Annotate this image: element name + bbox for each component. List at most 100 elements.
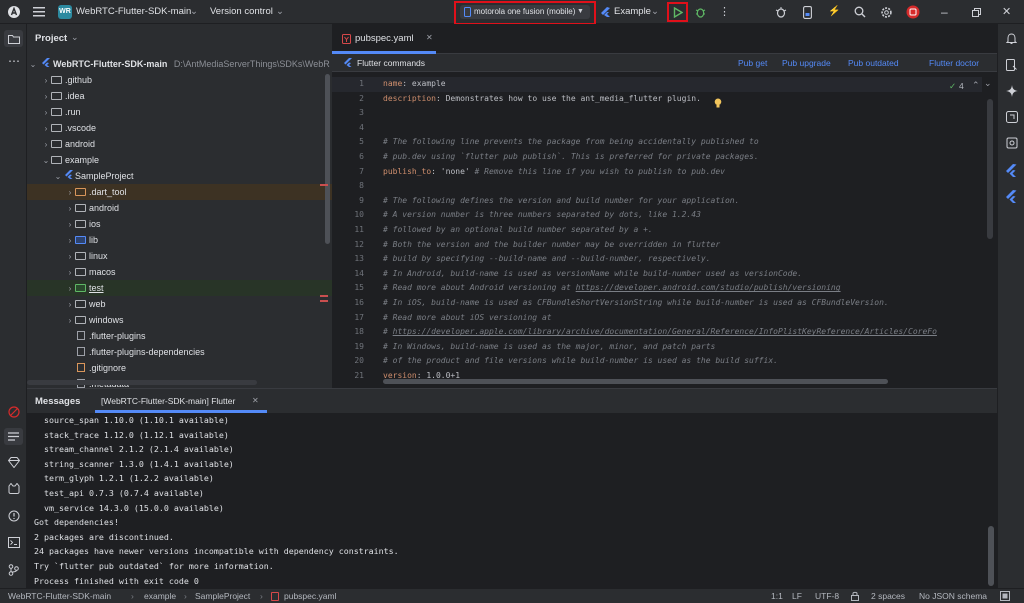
tree-root[interactable]: ⌄ WebRTC-Flutter-SDK-main D:\AntMediaSer… [27,56,332,72]
line-number: 7 [359,166,364,176]
editor-tabs: pubspec.yaml ✕ [332,24,997,54]
memory-indicator-icon[interactable] [999,591,1010,601]
lock-icon[interactable] [850,591,860,601]
console-output[interactable]: source_span 1.10.0 (1.10.1 available) st… [27,413,987,588]
flutter-module-icon [63,170,75,179]
tree-item[interactable]: ⌄ example [27,152,332,168]
more-actions-icon[interactable]: ⋮ [719,4,730,20]
inspection-check-icon[interactable]: ✓ [949,81,956,92]
tree-item[interactable]: › android [27,200,332,216]
code-line: 11 # followed by an optional build number… [332,223,982,238]
minimize-icon[interactable]: – [941,4,948,20]
tree-item[interactable]: › .idea [27,88,332,104]
tree-item[interactable]: › windows [27,312,332,328]
settings-gear-icon[interactable] [879,4,893,20]
yaml-file-icon [271,592,279,601]
tree-item[interactable]: › .vscode [27,120,332,136]
pub-get-link[interactable]: Pub get [738,58,767,68]
main-menu-icon[interactable] [31,4,47,20]
tree-item[interactable]: › ios [27,216,332,232]
tree-item-test[interactable]: › test [27,280,332,296]
project-name-dropdown[interactable]: WebRTC-Flutter-SDK-main [76,4,191,20]
tree-item[interactable]: .flutter-plugins-dependencies [27,344,332,360]
breadcrumb-project[interactable]: WebRTC-Flutter-SDK-main [8,590,111,603]
editor-hscrollbar[interactable] [383,379,888,384]
flutter-performance-icon[interactable] [1004,189,1019,204]
chevron-up-icon[interactable]: ⌃ [972,80,980,91]
line-separator[interactable]: LF [792,590,802,603]
close-icon[interactable]: ✕ [1002,4,1011,20]
project-tool-icon[interactable] [4,30,23,47]
notifications-icon[interactable] [1004,31,1019,46]
project-hscrollbar[interactable] [27,380,257,385]
indent-setting[interactable]: 2 spaces [871,590,905,603]
close-tab-icon[interactable]: ✕ [252,396,259,405]
gemini-icon[interactable] [1004,83,1019,98]
tree-item[interactable]: ⌄ SampleProject [27,168,332,184]
json-schema[interactable]: No JSON schema [919,590,987,603]
pub-outdated-link[interactable]: Pub outdated [848,58,899,68]
tree-item[interactable]: .gitignore [27,360,332,376]
logcat-icon[interactable] [6,481,21,496]
breadcrumb-file[interactable]: pubspec.yaml [284,590,336,603]
attach-debugger-icon[interactable] [774,4,788,20]
tree-item-label: .github [65,75,93,85]
messages-title[interactable]: Messages [35,396,80,407]
more-tools-icon[interactable]: ⋯ [8,54,20,68]
tab-pubspec[interactable]: pubspec.yaml ✕ [339,30,439,48]
problems-icon[interactable] [6,508,21,523]
android-studio-logo-icon[interactable] [6,4,22,20]
chevron-down-icon[interactable]: ⌄ [984,78,992,89]
tree-item[interactable]: › android [27,136,332,152]
line-text: # Both the version and the builder numbe… [383,239,721,249]
caret-position[interactable]: 1:1 [771,590,783,603]
tree-item[interactable]: › web [27,296,332,312]
tab-flutter-output[interactable]: [WebRTC-Flutter-SDK-main] Flutter ✕ [95,391,265,411]
running-devices-icon[interactable] [1004,109,1019,124]
version-control-icon[interactable] [6,562,21,577]
breadcrumb-sampleproject[interactable]: SampleProject [195,590,250,603]
title-bar: WR WebRTC-Flutter-SDK-main ⌄ Version con… [0,0,1024,25]
restore-icon[interactable] [970,4,982,20]
breadcrumb-example[interactable]: example [144,590,176,603]
chevron-right-icon: › [68,252,72,261]
vcs-dropdown[interactable]: Version control [210,4,273,20]
inspection-count[interactable]: 4 [959,81,964,91]
project-scrollbar[interactable] [325,74,330,244]
running-apps-icon[interactable] [1004,135,1019,150]
tree-item[interactable]: › .run [27,104,332,120]
tree-item[interactable]: .flutter-plugins [27,328,332,344]
lightbulb-icon[interactable] [713,98,722,108]
device-manager-icon[interactable] [1004,57,1019,72]
tree-item[interactable]: › linux [27,248,332,264]
line-number: 4 [359,122,364,132]
run-icon[interactable] [671,4,685,20]
pub-upgrade-link[interactable]: Pub upgrade [782,58,831,68]
line-text: # The following line prevents the packag… [383,137,759,147]
file-encoding[interactable]: UTF-8 [815,590,839,603]
no-device-icon[interactable] [6,404,21,419]
close-tab-icon[interactable]: ✕ [426,33,433,42]
terminal-icon[interactable] [6,535,21,550]
console-scrollbar[interactable] [988,526,994,586]
flutter-inspector-icon[interactable] [1004,163,1019,178]
code-area[interactable]: 1 name: example 2 description: Demonstrates… [332,77,982,382]
tree-item[interactable]: › macos [27,264,332,280]
chevron-down-icon: ⌄ [276,6,284,17]
user-avatar-icon[interactable] [905,4,921,20]
editor-scrollbar[interactable] [987,99,993,239]
search-icon[interactable] [853,4,867,20]
device-selector[interactable]: motorola one fusion (mobile) [474,4,575,20]
gem-icon[interactable] [6,455,21,470]
run-config-dropdown[interactable]: Example [614,4,651,20]
project-panel-title[interactable]: Project [35,33,67,44]
apply-changes-icon[interactable]: ⚡ [828,4,840,20]
tree-item-excluded[interactable]: › .dart_tool [27,184,332,200]
flutter-doctor-link[interactable]: Flutter doctor [929,58,979,68]
tree-item[interactable]: › lib [27,232,332,248]
tree-item[interactable]: › .github [27,72,332,88]
folder-icon [75,252,86,260]
device-mirror-icon[interactable] [800,4,814,20]
messages-tool-icon[interactable] [4,428,23,445]
debug-icon[interactable] [693,4,707,20]
